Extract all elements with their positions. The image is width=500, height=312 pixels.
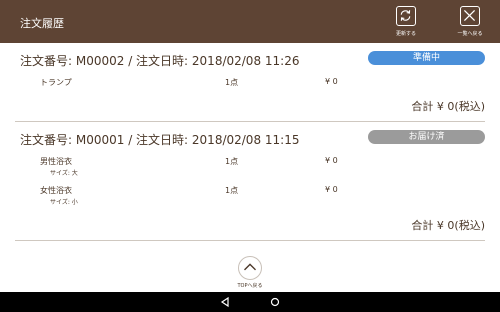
item-name: 男性浴衣	[40, 157, 72, 166]
order-card: 注文番号: M00001 / 注文日時: 2018/02/08 11:15 お届…	[15, 122, 485, 241]
nav-home-icon[interactable]	[269, 296, 281, 308]
item-name: 女性浴衣	[40, 186, 72, 195]
item-size: サイズ: 大	[50, 170, 78, 177]
refresh-button[interactable]: 更新する	[388, 6, 424, 42]
page-title: 注文履歴	[20, 17, 64, 30]
nav-back-icon[interactable]	[219, 296, 231, 308]
back-to-list-button[interactable]: 一覧へ戻る	[452, 6, 488, 42]
status-badge: 準備中	[368, 51, 485, 65]
refresh-button-label: 更新する	[395, 31, 416, 37]
item-price: ¥ 0	[325, 77, 338, 86]
close-icon	[460, 6, 480, 26]
item-quantity: 1点	[225, 78, 239, 87]
back-to-list-label: 一覧へ戻る	[457, 31, 483, 37]
back-to-top-label: TOPへ戻る	[237, 283, 263, 289]
order-total: 合計 ¥ 0(税込)	[411, 219, 485, 232]
item-size: サイズ: 小	[50, 199, 78, 206]
item-quantity: 1点	[225, 157, 239, 166]
item-price: ¥ 0	[325, 156, 338, 165]
system-navigation-bar	[0, 292, 500, 312]
item-price: ¥ 0	[325, 185, 338, 194]
order-card: 注文番号: M00002 / 注文日時: 2018/02/08 11:26 準備…	[15, 43, 485, 122]
order-title: 注文番号: M00002 / 注文日時: 2018/02/08 11:26	[20, 54, 300, 68]
refresh-icon	[396, 6, 416, 26]
back-to-top-button[interactable]: TOPへ戻る	[234, 256, 266, 290]
app-header: 注文履歴 更新する 一覧へ戻る	[0, 0, 500, 43]
chevron-up-icon	[238, 256, 262, 280]
order-title: 注文番号: M00001 / 注文日時: 2018/02/08 11:15	[20, 133, 300, 147]
status-badge: お届け済	[368, 130, 485, 144]
item-quantity: 1点	[225, 186, 239, 195]
order-total: 合計 ¥ 0(税込)	[411, 100, 485, 113]
item-name: トランプ	[40, 78, 72, 87]
